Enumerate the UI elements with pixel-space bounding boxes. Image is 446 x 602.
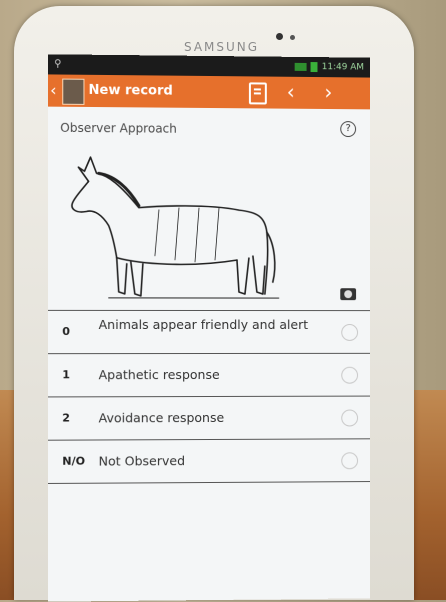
sensor (290, 35, 295, 40)
app-screen: ⚲ 11:49 AM ‹ New record ‹ › Observer App… (48, 54, 370, 602)
option-label: Not Observed (98, 453, 186, 469)
chevron-right-icon[interactable]: › (324, 80, 332, 104)
option-score: 0 (62, 324, 70, 339)
option-score: 1 (62, 368, 70, 382)
device-brand: SAMSUNG (184, 40, 260, 54)
notification-icon: ⚲ (54, 58, 62, 70)
question-title: Observer Approach (60, 120, 177, 136)
action-bar: ‹ New record ‹ › (48, 74, 370, 110)
option-label: Avoidance response (98, 409, 225, 426)
response-options: 0 Animals appear friendly and alert 1 Ap… (48, 309, 370, 484)
back-icon[interactable]: ‹ (50, 80, 56, 99)
status-time: 11:49 AM (321, 62, 364, 73)
help-icon[interactable]: ? (340, 121, 357, 138)
front-camera (276, 33, 283, 40)
camera-icon[interactable] (340, 288, 357, 301)
radio-icon[interactable] (341, 324, 359, 341)
signal-icon (294, 62, 307, 71)
document-icon[interactable] (248, 82, 267, 105)
action-bar-title: New record (88, 82, 173, 99)
option-0[interactable]: 0 Animals appear friendly and alert (48, 309, 370, 354)
horse-illustration (70, 155, 308, 306)
option-1[interactable]: 1 Apathetic response (48, 352, 370, 397)
option-2[interactable]: 2 Avoidance response (48, 395, 370, 440)
radio-icon[interactable] (341, 366, 359, 384)
option-label: Animals appear friendly and alert (98, 316, 309, 333)
radio-icon[interactable] (341, 452, 359, 470)
status-icons: 11:49 AM (294, 62, 364, 73)
option-score: 2 (62, 411, 70, 425)
option-label: Apathetic response (98, 366, 220, 383)
radio-icon[interactable] (341, 409, 359, 427)
battery-icon (310, 62, 318, 73)
option-na[interactable]: N/O Not Observed (48, 438, 370, 484)
app-icon[interactable] (62, 78, 85, 105)
option-score: N/O (62, 454, 86, 468)
chevron-left-icon[interactable]: ‹ (287, 80, 295, 104)
